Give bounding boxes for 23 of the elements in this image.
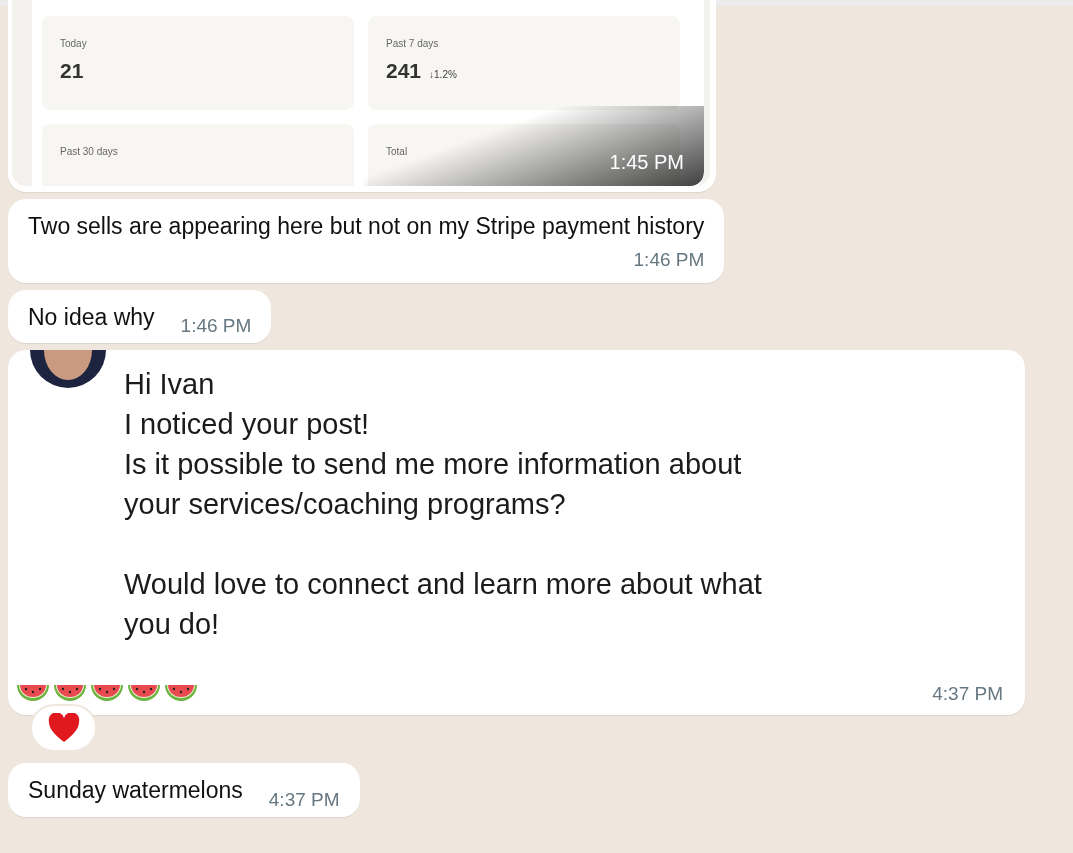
stat-label: Past 7 days [386,38,440,49]
message-time: 4:37 PM [932,683,1003,706]
heart-icon [47,713,80,744]
stat-label: Past 30 days [60,146,119,157]
stat-label: Total [386,146,409,157]
message-bubble[interactable]: Hi Ivan I noticed your post! Is it possible to send me more information about your services/coaching programs? Would love to connect and learn more about what you do! 4:37 PM [8,350,1025,716]
message-time: 1:45 PM [609,151,684,174]
stat-value: 21 [60,59,84,83]
message-time: 1:46 PM [633,248,705,271]
image-message[interactable]: Today 21 Past 7 days 241 ↓1.2% Past 30 days Total 1:45 PM [8,0,716,192]
message-text: Sunday watermelons [28,777,243,805]
message-text: Would love to connect and learn more about what you do! [124,567,762,643]
stat-label: Today [60,38,88,49]
message-bubble[interactable]: No idea why 1:46 PM [8,289,272,344]
message-text: No idea why [28,303,155,332]
stat-change: ↓1.2% [429,69,457,80]
message-text: Two sells are appearing here but not on my Stripe payment history [28,213,705,241]
message-time: 1:46 PM [180,315,252,338]
stat-value: 241 [386,59,422,83]
message-time: 4:37 PM [268,788,340,811]
message-bubble[interactable]: Two sells are appearing here but not on my Stripe payment history 1:46 PM [8,199,725,283]
message-bubble[interactable]: Sunday watermelons 4:37 PM [8,763,360,817]
message-text: Hi Ivan I noticed your post! Is it possible to send me more information about your services/coaching programs? [124,367,743,523]
